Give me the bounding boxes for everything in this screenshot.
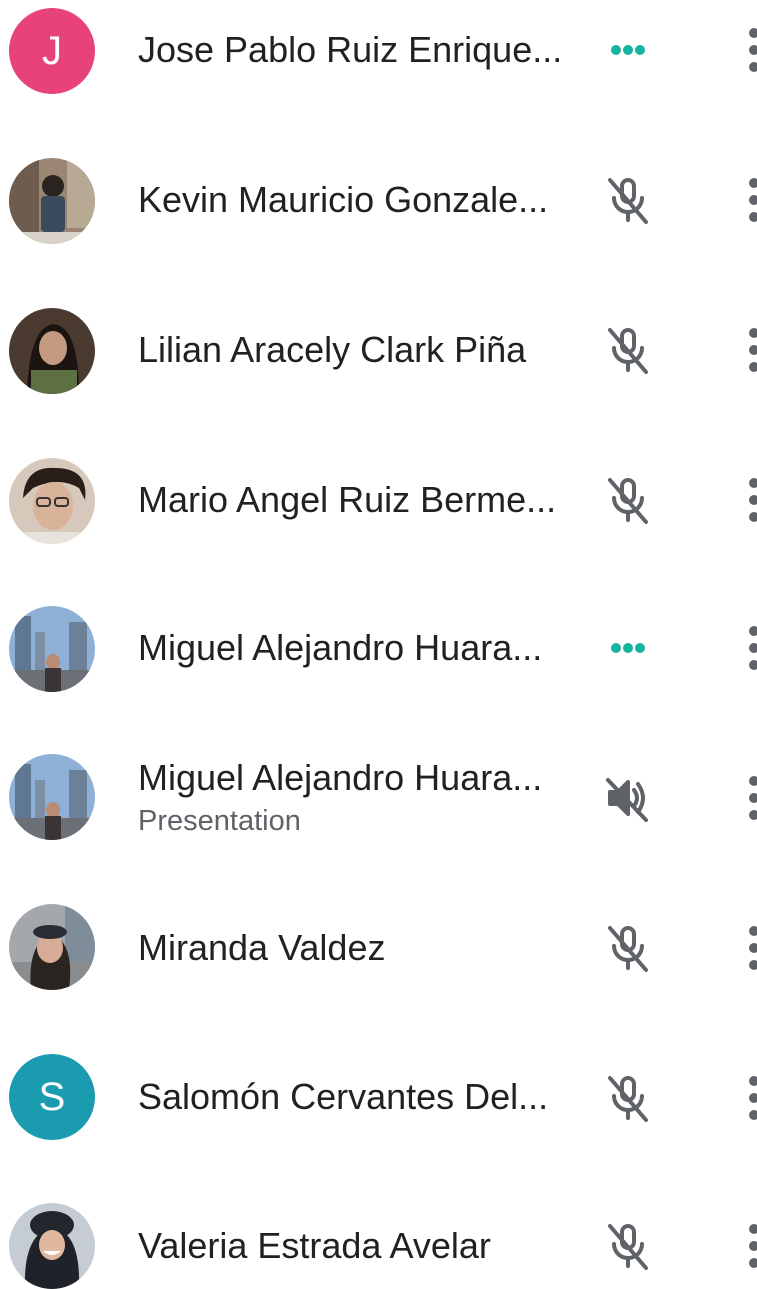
participant-name: Jose Pablo Ruiz Enrique... — [138, 29, 563, 70]
more-options-icon[interactable] — [747, 918, 757, 978]
more-options-icon[interactable] — [747, 470, 757, 530]
participant-row[interactable]: S Salomón Cervantes Del... — [0, 1050, 757, 1200]
more-options-icon[interactable] — [747, 1216, 757, 1276]
avatar — [9, 904, 95, 990]
participant-name: Kevin Mauricio Gonzale... — [138, 179, 549, 220]
participant-row[interactable]: Lilian Aracely Clark Piña — [0, 300, 757, 450]
more-options-icon[interactable] — [747, 320, 757, 380]
participant-name: Miranda Valdez — [138, 927, 386, 968]
avatar — [9, 754, 95, 840]
mic-off-icon — [598, 320, 658, 380]
participant-name: Miguel Alejandro Huara... — [138, 757, 543, 798]
mic-off-icon — [598, 470, 658, 530]
participant-name: Valeria Estrada Avelar — [138, 1225, 491, 1266]
participant-row[interactable]: J Jose Pablo Ruiz Enrique... — [0, 0, 757, 150]
avatar — [9, 1203, 95, 1289]
more-options-icon[interactable] — [747, 20, 757, 80]
participant-name: Mario Angel Ruiz Berme... — [138, 479, 557, 520]
more-options-icon[interactable] — [747, 768, 757, 828]
participant-row[interactable]: Miranda Valdez — [0, 900, 757, 1050]
more-options-icon[interactable] — [747, 618, 757, 678]
participant-name: Lilian Aracely Clark Piña — [138, 329, 527, 370]
participant-name: Miguel Alejandro Huara... — [138, 627, 543, 668]
participant-row[interactable]: Miguel Alejandro Huara... — [0, 600, 757, 750]
speaking-dots-icon — [598, 20, 658, 80]
participant-subtitle: Presentation — [138, 805, 301, 837]
participant-row[interactable]: Kevin Mauricio Gonzale... — [0, 150, 757, 300]
participant-list: J Jose Pablo Ruiz Enrique... Kevin Mauri… — [0, 0, 757, 1289]
volume-off-icon — [598, 768, 658, 828]
participant-row[interactable]: Miguel Alejandro Huara... Presentation — [0, 750, 757, 900]
avatar: J — [9, 8, 95, 94]
participant-name: Salomón Cervantes Del... — [138, 1076, 549, 1117]
participant-row[interactable]: Mario Angel Ruiz Berme... — [0, 450, 757, 600]
more-options-icon[interactable] — [747, 1068, 757, 1128]
avatar: S — [9, 1054, 95, 1140]
more-options-icon[interactable] — [747, 170, 757, 230]
mic-off-icon — [598, 1068, 658, 1128]
avatar — [9, 158, 95, 244]
avatar — [9, 308, 95, 394]
speaking-dots-icon — [598, 618, 658, 678]
mic-off-icon — [598, 918, 658, 978]
mic-off-icon — [598, 170, 658, 230]
avatar — [9, 606, 95, 692]
mic-off-icon — [598, 1216, 658, 1276]
participant-row[interactable]: Valeria Estrada Avelar — [0, 1200, 757, 1289]
avatar — [9, 458, 95, 544]
